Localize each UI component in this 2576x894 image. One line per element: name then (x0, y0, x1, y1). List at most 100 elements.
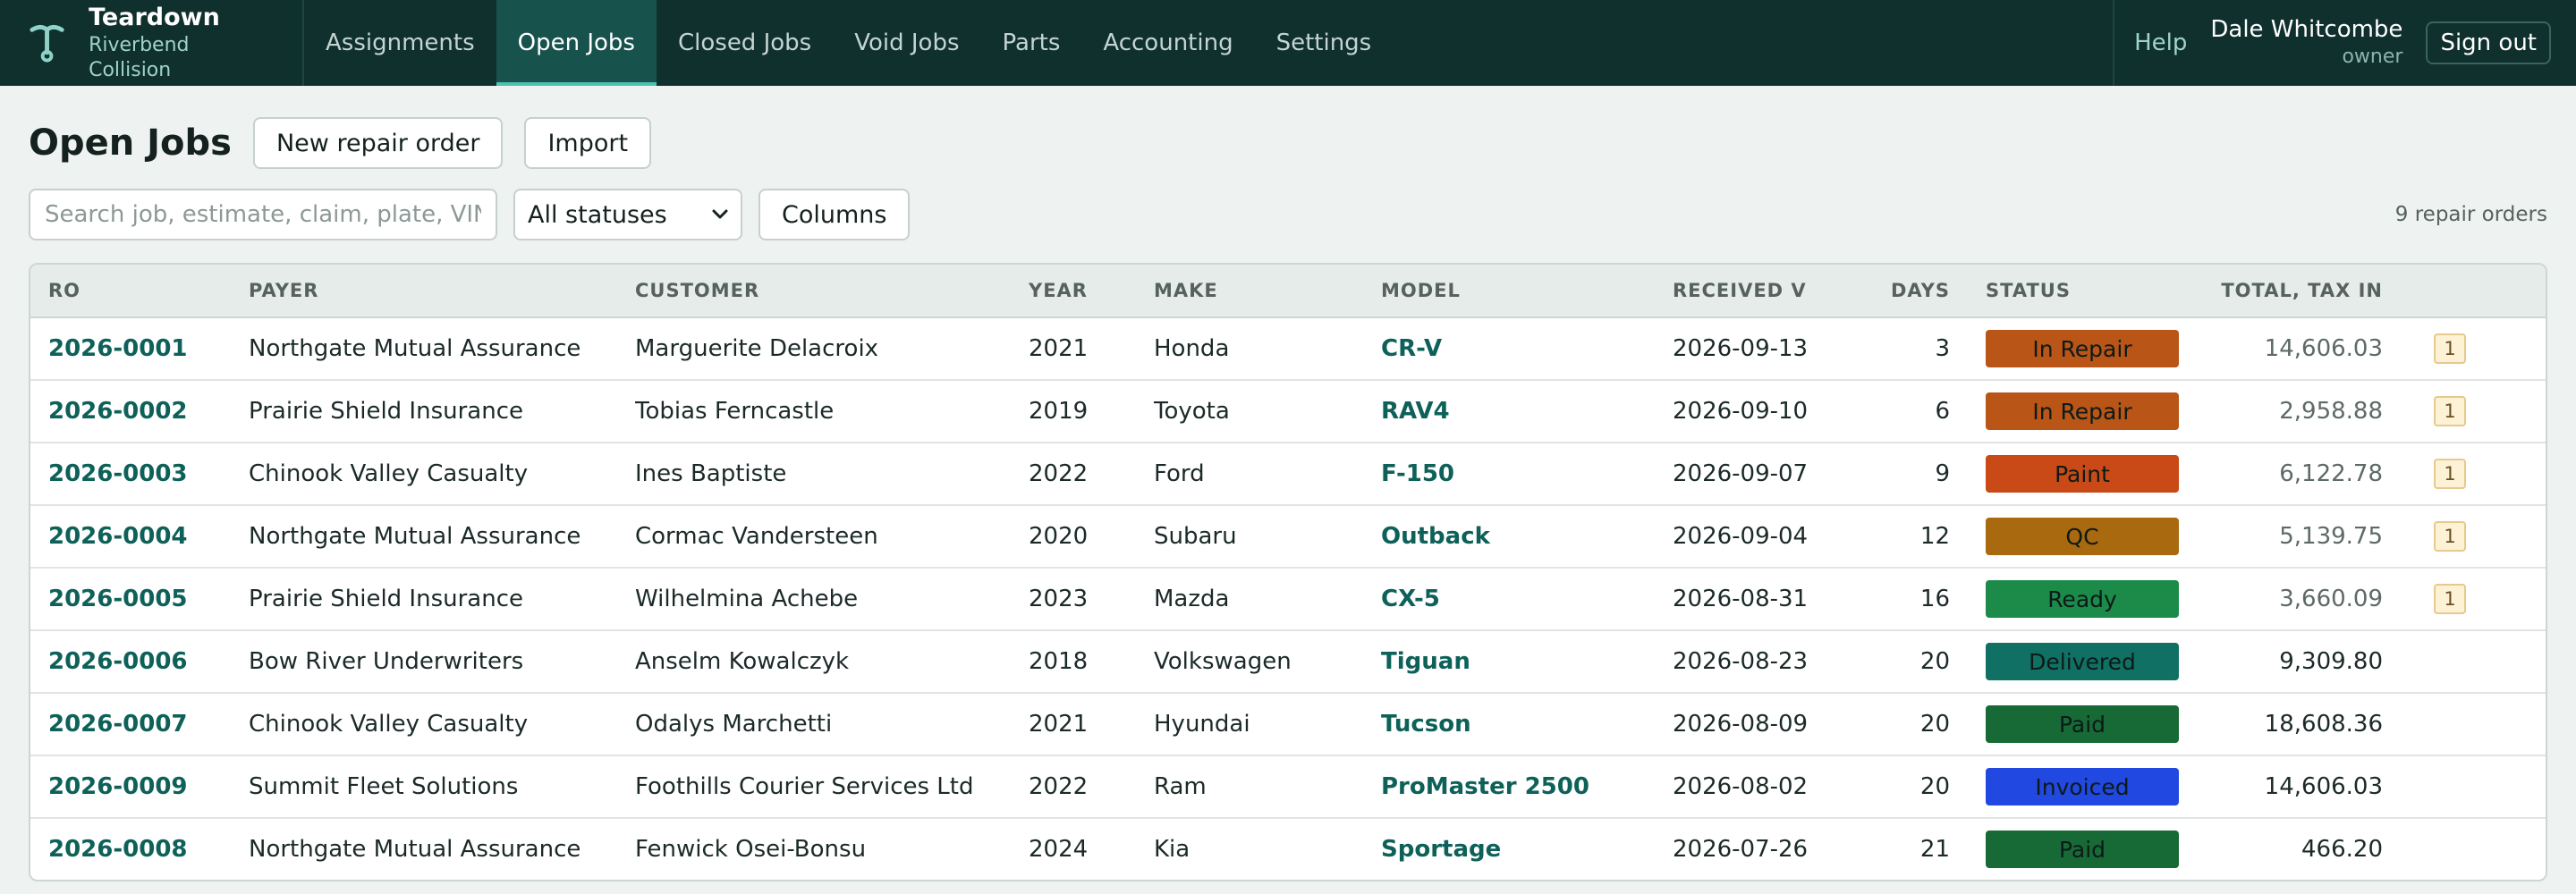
model-link[interactable]: Tucson (1381, 711, 1673, 738)
table-row[interactable]: 2026-0008 Northgate Mutual Assurance Fenwi… (30, 819, 2546, 880)
total-cell: 9,309.80 (2279, 648, 2383, 675)
total-cell: 5,139.75 (2279, 523, 2383, 550)
customer-cell: Foothills Courier Services Ltd (635, 773, 974, 800)
model-link[interactable]: CR-V (1381, 335, 1673, 362)
nav-item-closed-jobs[interactable]: Closed Jobs (657, 0, 833, 86)
customer-cell: Ines Baptiste (635, 460, 787, 487)
top-navigation-bar: Teardown Riverbend Collision Assignments… (0, 0, 2576, 86)
ro-link[interactable]: 2026-0007 (30, 711, 249, 738)
model-link[interactable]: CX-5 (1381, 586, 1673, 612)
sign-out-button[interactable]: Sign out (2426, 21, 2551, 64)
customer-cell: Tobias Ferncastle (635, 398, 835, 425)
make-cell: Volkswagen (1154, 648, 1292, 675)
column-header-total[interactable]: TOTAL, TAX IN (2182, 280, 2383, 301)
model-link[interactable]: ProMaster 2500 (1381, 773, 1673, 800)
pending-count-badge[interactable]: 1 (2434, 584, 2466, 614)
nav-item-open-jobs[interactable]: Open Jobs (496, 0, 657, 86)
table-row[interactable]: 2026-0001 Northgate Mutual Assurance Margu… (30, 318, 2546, 381)
total-cell: 6,122.78 (2279, 460, 2383, 487)
ro-link[interactable]: 2026-0006 (30, 648, 249, 675)
flag-cell: 1 (2383, 521, 2517, 552)
model-link[interactable]: Outback (1381, 523, 1673, 550)
customer-cell: Fenwick Osei-Bonsu (635, 836, 867, 863)
days-cell: 20 (1919, 648, 1950, 675)
ro-link[interactable]: 2026-0009 (30, 773, 249, 800)
column-header-customer[interactable]: CUSTOMER (635, 280, 1029, 301)
nav-item-parts[interactable]: Parts (981, 0, 1082, 86)
year-cell: 2023 (1029, 586, 1089, 612)
help-link[interactable]: Help (2134, 30, 2187, 56)
year-cell: 2019 (1029, 398, 1089, 425)
payer-cell: Prairie Shield Insurance (249, 586, 523, 612)
brand-shop-name: Riverbend Collision (89, 34, 190, 81)
search-input[interactable] (29, 189, 497, 240)
received-date-cell: 2026-09-04 (1673, 523, 1809, 550)
ro-link[interactable]: 2026-0005 (30, 586, 249, 612)
table-row[interactable]: 2026-0006 Bow River Underwriters Anselm Ko… (30, 631, 2546, 694)
table-row[interactable]: 2026-0002 Prairie Shield Insurance Tobias … (30, 381, 2546, 443)
ro-link[interactable]: 2026-0002 (30, 398, 249, 425)
days-cell: 20 (1919, 711, 1950, 738)
model-link[interactable]: RAV4 (1381, 398, 1673, 425)
column-header-year[interactable]: YEAR (1029, 280, 1154, 301)
ro-link[interactable]: 2026-0008 (30, 836, 249, 863)
year-cell: 2024 (1029, 836, 1089, 863)
pending-count-badge[interactable]: 1 (2434, 333, 2466, 364)
table-row[interactable]: 2026-0005 Prairie Shield Insurance Wilhelm… (30, 569, 2546, 631)
ro-link[interactable]: 2026-0004 (30, 523, 249, 550)
ro-link[interactable]: 2026-0003 (30, 460, 249, 487)
pending-count-badge[interactable]: 1 (2434, 396, 2466, 426)
column-header-ro[interactable]: RO (30, 280, 249, 301)
table-row[interactable]: 2026-0003 Chinook Valley Casualty Ines Bap… (30, 443, 2546, 506)
payer-cell: Northgate Mutual Assurance (249, 335, 581, 362)
nav-item-settings[interactable]: Settings (1255, 0, 1394, 86)
status-filter-select[interactable]: All statuses (513, 189, 742, 240)
new-repair-order-button[interactable]: New repair order (252, 117, 504, 169)
make-cell: Hyundai (1154, 711, 1250, 738)
chevron-down-icon (712, 209, 728, 219)
import-button[interactable]: Import (524, 117, 652, 169)
days-cell: 16 (1919, 586, 1950, 612)
nav-item-void-jobs[interactable]: Void Jobs (833, 0, 980, 86)
days-cell: 12 (1919, 523, 1950, 550)
pending-count-badge[interactable]: 1 (2434, 521, 2466, 552)
status-badge: Paint (1986, 455, 2179, 493)
received-date-cell: 2026-08-31 (1673, 586, 1809, 612)
column-header-status[interactable]: STATUS (1952, 280, 2182, 301)
column-header-payer[interactable]: PAYER (249, 280, 635, 301)
ro-link[interactable]: 2026-0001 (30, 335, 249, 362)
nav-item-assignments[interactable]: Assignments (304, 0, 496, 86)
user-area: Help Dale Whitcombe owner Sign out (2113, 0, 2576, 86)
table-row[interactable]: 2026-0004 Northgate Mutual Assurance Corma… (30, 506, 2546, 569)
received-date-cell: 2026-09-07 (1673, 460, 1809, 487)
pending-count-badge[interactable]: 1 (2434, 459, 2466, 489)
brand[interactable]: Teardown Riverbend Collision (0, 0, 304, 86)
status-cell: Delivered (1952, 643, 2182, 680)
table-body: 2026-0001 Northgate Mutual Assurance Margu… (30, 318, 2546, 880)
received-date-cell: 2026-07-26 (1673, 836, 1809, 863)
make-cell: Subaru (1154, 523, 1237, 550)
column-header-make[interactable]: MAKE (1154, 280, 1381, 301)
received-date-cell: 2026-08-23 (1673, 648, 1809, 675)
table-row[interactable]: 2026-0009 Summit Fleet Solutions Foothills… (30, 756, 2546, 819)
make-cell: Ram (1154, 773, 1207, 800)
table-row[interactable]: 2026-0007 Chinook Valley Casualty Odalys M… (30, 694, 2546, 756)
flag-cell: 1 (2383, 396, 2517, 426)
days-cell: 20 (1919, 773, 1950, 800)
columns-button[interactable]: Columns (758, 189, 911, 240)
year-cell: 2021 (1029, 335, 1089, 362)
received-date-cell: 2026-09-10 (1673, 398, 1809, 425)
column-header-model[interactable]: MODEL (1381, 280, 1673, 301)
flag-cell: 1 (2383, 333, 2517, 364)
model-link[interactable]: Tiguan (1381, 648, 1673, 675)
total-cell: 14,606.03 (2264, 335, 2383, 362)
page-header: Open Jobs New repair order Import (0, 86, 2576, 170)
model-link[interactable]: Sportage (1381, 836, 1673, 863)
status-cell: In Repair (1952, 392, 2182, 430)
model-link[interactable]: F-150 (1381, 460, 1673, 487)
column-header-received[interactable]: RECEIVED V (1673, 280, 1852, 301)
year-cell: 2020 (1029, 523, 1089, 550)
column-header-days[interactable]: DAYS (1852, 280, 1952, 301)
nav-item-accounting[interactable]: Accounting (1081, 0, 1254, 86)
days-cell: 3 (1935, 335, 1950, 362)
